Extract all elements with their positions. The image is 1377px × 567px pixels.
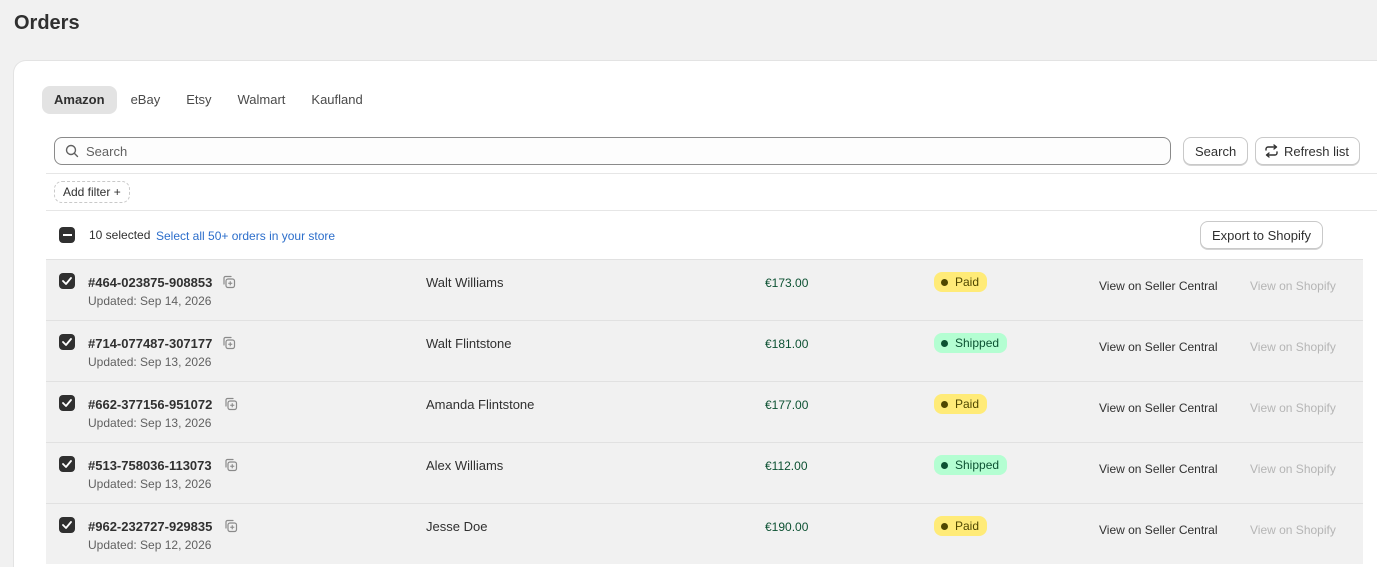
- copy-icon[interactable]: [224, 519, 238, 533]
- tab-kaufland[interactable]: Kaufland: [299, 86, 374, 114]
- orders-list: #464-023875-908853 Updated: Sep 14, 2026…: [46, 259, 1363, 564]
- status-badge: Paid: [934, 394, 988, 414]
- refresh-list-button[interactable]: Refresh list: [1255, 137, 1361, 165]
- tab-amazon[interactable]: Amazon: [42, 86, 117, 114]
- status-dot-icon: [941, 278, 948, 286]
- order-amount: €190.00: [765, 520, 809, 534]
- order-updated-date: Updated: Sep 13, 2026: [88, 416, 212, 430]
- order-row[interactable]: #714-077487-307177 Updated: Sep 13, 2026…: [46, 320, 1363, 381]
- status-label: Paid: [955, 275, 980, 289]
- row-checkbox[interactable]: [59, 456, 75, 472]
- status-badge: Shipped: [934, 455, 1008, 475]
- order-row[interactable]: #662-377156-951072 Updated: Sep 13, 2026…: [46, 381, 1363, 442]
- refresh-list-label: Refresh list: [1284, 143, 1350, 159]
- row-checkbox[interactable]: [59, 334, 75, 350]
- tab-ebay[interactable]: eBay: [119, 86, 173, 114]
- customer-name: Walt Flintstone: [426, 336, 512, 351]
- customer-name: Alex Williams: [426, 458, 504, 473]
- view-on-shopify-link[interactable]: View on Shopify: [1250, 340, 1336, 354]
- marketplace-tabs: Amazon eBay Etsy Walmart Kaufland: [42, 86, 375, 114]
- copy-icon[interactable]: [222, 275, 236, 289]
- order-id[interactable]: #714-077487-307177: [88, 336, 212, 351]
- view-on-seller-central-link[interactable]: View on Seller Central: [1099, 340, 1218, 354]
- view-on-shopify-link[interactable]: View on Shopify: [1250, 462, 1336, 476]
- status-dot-icon: [941, 339, 948, 347]
- minus-icon: [62, 234, 72, 236]
- check-icon: [62, 460, 72, 468]
- customer-name: Walt Williams: [426, 275, 504, 290]
- order-row[interactable]: #962-232727-929835 Updated: Sep 12, 2026…: [46, 503, 1363, 564]
- divider: [46, 173, 1377, 174]
- copy-icon[interactable]: [224, 397, 238, 411]
- copy-icon[interactable]: [222, 336, 236, 350]
- status-badge: Paid: [934, 272, 988, 292]
- copy-icon[interactable]: [224, 458, 238, 472]
- view-on-seller-central-link[interactable]: View on Seller Central: [1099, 401, 1218, 415]
- status-label: Paid: [955, 397, 980, 411]
- order-amount: €112.00: [765, 459, 808, 473]
- order-amount: €181.00: [765, 337, 809, 351]
- row-checkbox[interactable]: [59, 517, 75, 533]
- bulk-selection-bar: 10 selected Select all 50+ orders in you…: [46, 211, 1377, 259]
- status-label: Shipped: [955, 336, 1000, 350]
- view-on-seller-central-link[interactable]: View on Seller Central: [1099, 462, 1218, 476]
- order-amount: €173.00: [765, 276, 809, 290]
- select-all-link[interactable]: Select all 50+ orders in your store: [156, 229, 335, 243]
- page-title: Orders: [14, 12, 80, 34]
- status-label: Paid: [955, 519, 980, 533]
- view-on-shopify-link[interactable]: View on Shopify: [1250, 279, 1336, 293]
- order-amount: €177.00: [765, 398, 809, 412]
- selected-count: 10 selected: [89, 228, 151, 242]
- customer-name: Jesse Doe: [426, 519, 488, 534]
- order-id[interactable]: #662-377156-951072: [88, 397, 212, 412]
- customer-name: Amanda Flintstone: [426, 397, 535, 412]
- order-updated-date: Updated: Sep 13, 2026: [88, 355, 212, 369]
- export-to-shopify-button[interactable]: Export to Shopify: [1200, 221, 1323, 249]
- order-updated-date: Updated: Sep 13, 2026: [88, 477, 212, 491]
- status-badge: Paid: [934, 516, 988, 536]
- view-on-seller-central-link[interactable]: View on Seller Central: [1099, 523, 1218, 537]
- tab-etsy[interactable]: Etsy: [174, 86, 223, 114]
- check-icon: [62, 277, 72, 285]
- order-row[interactable]: #513-758036-113073 Updated: Sep 13, 2026…: [46, 442, 1363, 503]
- view-on-shopify-link[interactable]: View on Shopify: [1250, 401, 1336, 415]
- search-box: [54, 137, 1171, 165]
- status-badge: Shipped: [934, 333, 1008, 353]
- search-icon: [65, 144, 79, 158]
- status-dot-icon: [941, 400, 948, 408]
- status-label: Shipped: [955, 458, 1000, 472]
- tab-walmart[interactable]: Walmart: [226, 86, 298, 114]
- order-id[interactable]: #464-023875-908853: [88, 275, 212, 290]
- search-button[interactable]: Search: [1183, 137, 1249, 165]
- orders-card: Amazon eBay Etsy Walmart Kaufland Search…: [14, 61, 1377, 567]
- bulk-select-checkbox[interactable]: [59, 227, 75, 243]
- order-updated-date: Updated: Sep 12, 2026: [88, 538, 212, 552]
- status-dot-icon: [941, 522, 948, 530]
- search-input[interactable]: [86, 143, 1086, 159]
- row-checkbox[interactable]: [59, 273, 75, 289]
- view-on-shopify-link[interactable]: View on Shopify: [1250, 523, 1336, 537]
- order-updated-date: Updated: Sep 14, 2026: [88, 294, 212, 308]
- check-icon: [62, 338, 72, 346]
- add-filter-button[interactable]: Add filter +: [54, 181, 130, 203]
- order-id[interactable]: #962-232727-929835: [88, 519, 212, 534]
- check-icon: [62, 399, 72, 407]
- view-on-seller-central-link[interactable]: View on Seller Central: [1099, 279, 1218, 293]
- row-checkbox[interactable]: [59, 395, 75, 411]
- refresh-icon: [1265, 144, 1278, 158]
- status-dot-icon: [941, 461, 948, 469]
- order-id[interactable]: #513-758036-113073: [88, 458, 212, 473]
- order-row[interactable]: #464-023875-908853 Updated: Sep 14, 2026…: [46, 259, 1363, 320]
- check-icon: [62, 521, 72, 529]
